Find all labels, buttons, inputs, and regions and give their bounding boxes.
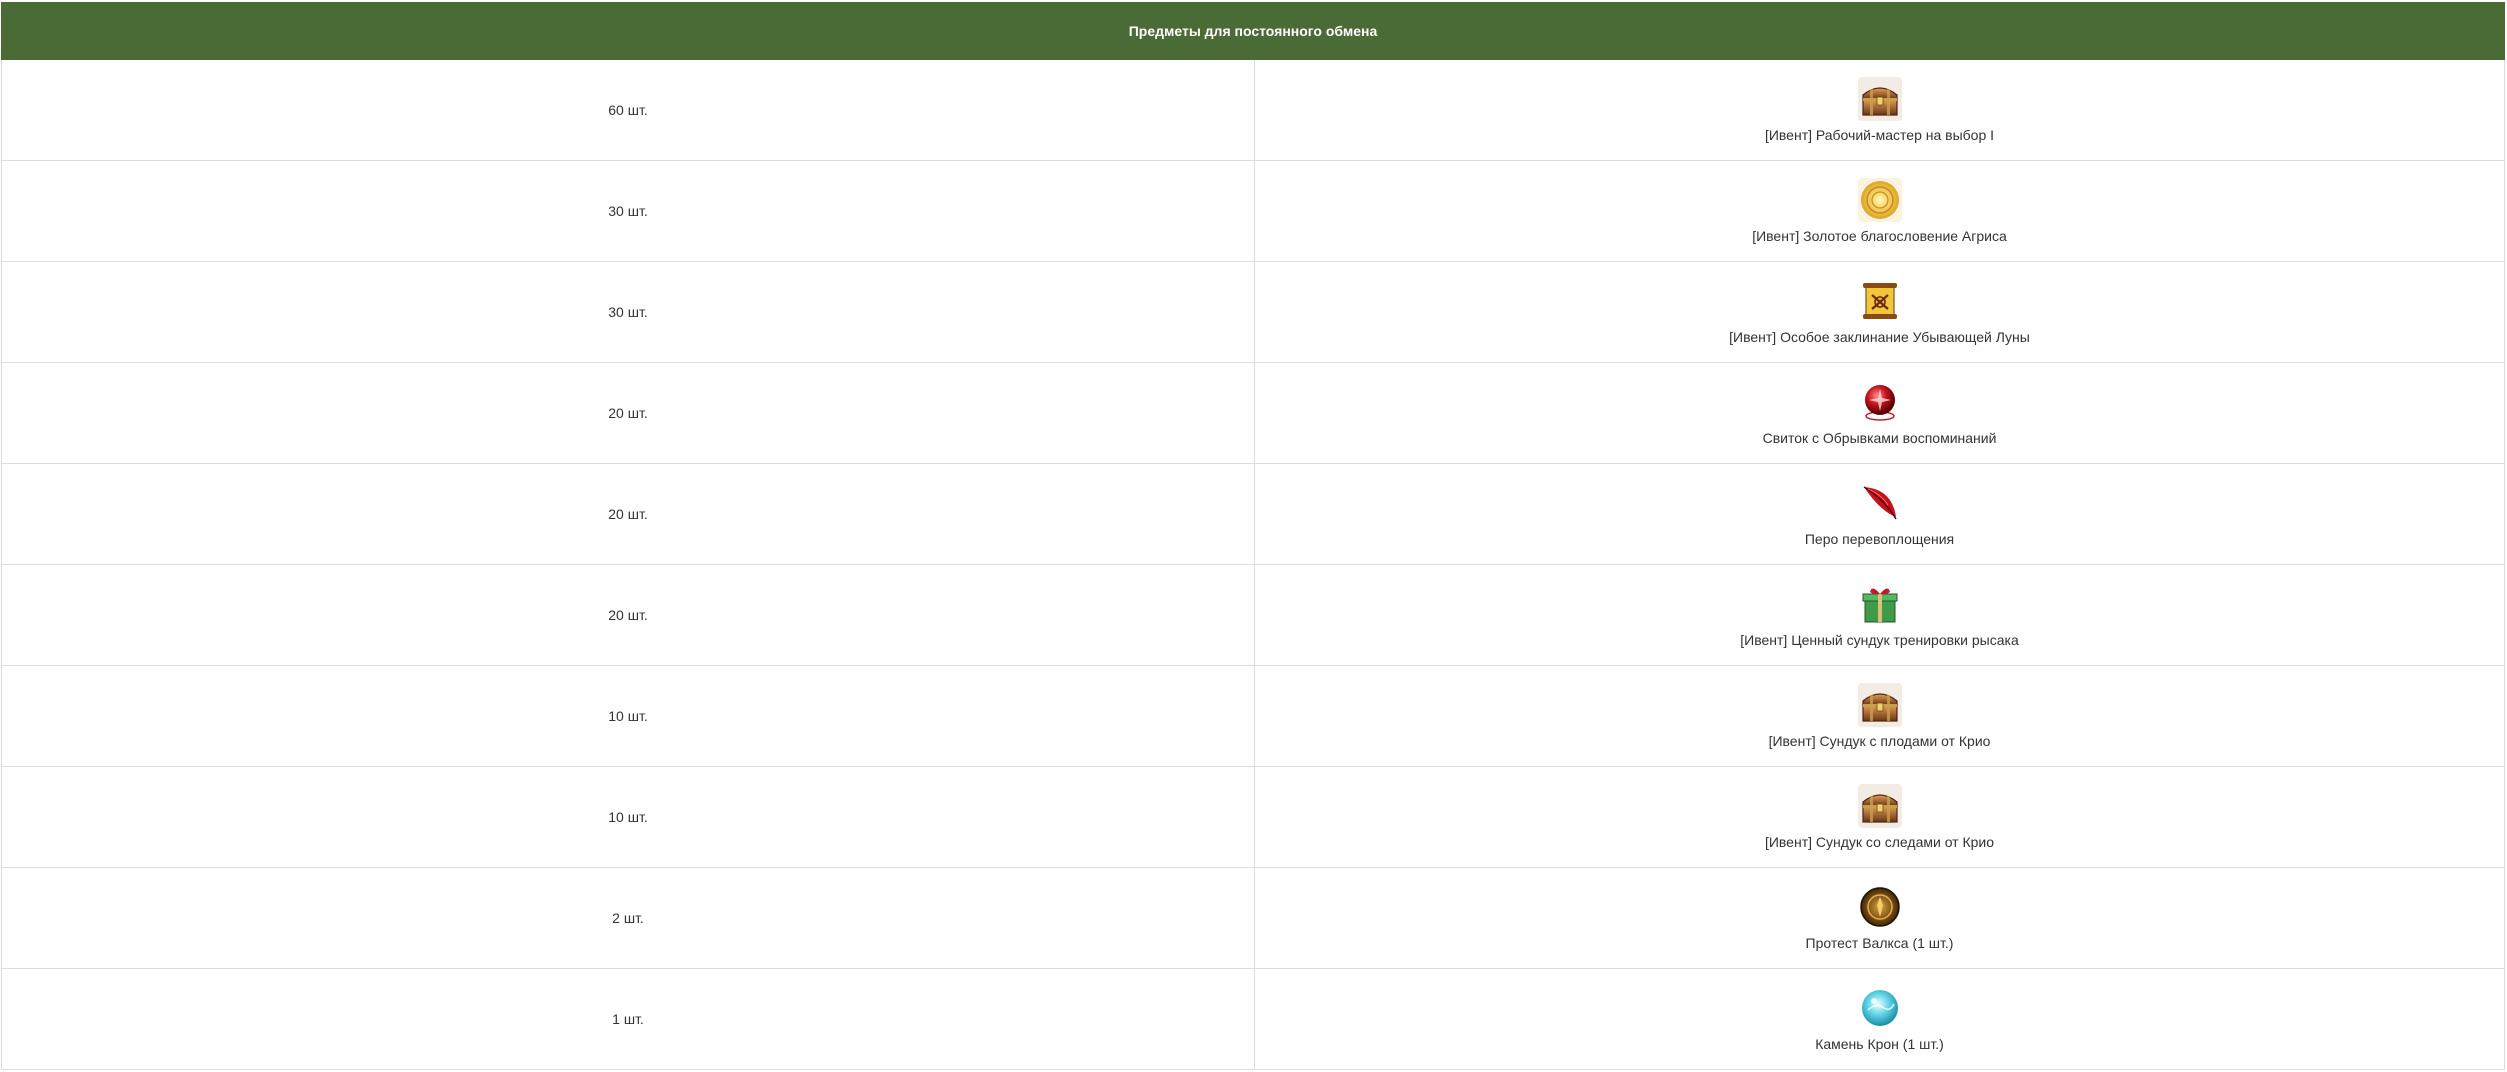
table-row: 60 шт. [Ивент] Рабочий-мастер на выбор I <box>1 59 2505 161</box>
item-name: [Ивент] Золотое благословение Агриса <box>1752 228 2007 244</box>
treasure-chest-icon <box>1857 77 1902 121</box>
item-name: Свиток с Обрывками воспоминаний <box>1762 430 1997 446</box>
item-name: Протест Валкса (1 шт.) <box>1805 935 1954 951</box>
quantity-cell: 1 шт. <box>1 968 1255 1070</box>
gift-box-icon <box>1857 582 1902 626</box>
table-row: 10 шт. [Ивент] Сундук с плодами от Крио <box>1 665 2505 767</box>
item-name: Перо перевоплощения <box>1804 531 1955 547</box>
golden-blessing-icon <box>1857 178 1902 222</box>
table-header: Предметы для постоянного обмена <box>1 2 2505 60</box>
feather-icon <box>1857 481 1902 525</box>
treasure-chest-icon <box>1857 784 1902 828</box>
table-row: 2 шт. Протест Валкса (1 шт.) <box>1 867 2505 969</box>
treasure-chest-icon <box>1857 683 1902 727</box>
table-row: 30 шт. [Ивент] Золотое благословение Агр… <box>1 160 2505 262</box>
quantity-cell: 2 шт. <box>1 867 1255 969</box>
item-cell: Камень Крон (1 шт.) <box>1254 968 2505 1070</box>
item-cell: [Ивент] Ценный сундук тренировки рысака <box>1254 564 2505 666</box>
quantity-cell: 20 шт. <box>1 463 1255 565</box>
item-cell: [Ивент] Золотое благословение Агриса <box>1254 160 2505 262</box>
quantity-cell: 10 шт. <box>1 665 1255 767</box>
quantity-cell: 20 шт. <box>1 564 1255 666</box>
table-row: 30 шт. [Ивент] Особое заклинание Убывающ… <box>1 261 2505 363</box>
table-row: 10 шт. [Ивент] Сундук со следами от Крио <box>1 766 2505 868</box>
item-cell: [Ивент] Особое заклинание Убывающей Луны <box>1254 261 2505 363</box>
item-cell: Перо перевоплощения <box>1254 463 2505 565</box>
table-row: 20 шт. Свиток с Обрывками воспоминаний <box>1 362 2505 464</box>
item-cell: [Ивент] Сундук с плодами от Крио <box>1254 665 2505 767</box>
quantity-cell: 30 шт. <box>1 160 1255 262</box>
table-row: 20 шт. Перо перевоплощения <box>1 463 2505 565</box>
quantity-cell: 30 шт. <box>1 261 1255 363</box>
table-row: 1 шт. Камень Крон (1 шт.) <box>1 968 2505 1070</box>
item-cell: Свиток с Обрывками воспоминаний <box>1254 362 2505 464</box>
table-row: 20 шт. [Ивент] Ценный сундук тренировки … <box>1 564 2505 666</box>
item-name: [Ивент] Особое заклинание Убывающей Луны <box>1729 329 2030 345</box>
quantity-cell: 20 шт. <box>1 362 1255 464</box>
item-cell: [Ивент] Сундук со следами от Крио <box>1254 766 2505 868</box>
item-cell: Протест Валкса (1 шт.) <box>1254 867 2505 969</box>
exchange-table: Предметы для постоянного обмена 60 шт. [… <box>1 2 2505 1070</box>
red-orb-icon <box>1857 380 1902 424</box>
item-name: [Ивент] Сундук со следами от Крио <box>1764 834 1995 850</box>
item-name: [Ивент] Ценный сундук тренировки рысака <box>1740 632 2019 648</box>
blue-stone-icon <box>1857 986 1902 1030</box>
quantity-cell: 60 шт. <box>1 59 1255 161</box>
item-name: Камень Крон (1 шт.) <box>1815 1036 1944 1052</box>
item-name: [Ивент] Рабочий-мастер на выбор I <box>1764 127 1995 143</box>
quantity-cell: 10 шт. <box>1 766 1255 868</box>
table-header-row: Предметы для постоянного обмена <box>1 2 2505 60</box>
scroll-icon <box>1857 279 1902 323</box>
item-name: [Ивент] Сундук с плодами от Крио <box>1768 733 1991 749</box>
medallion-icon <box>1857 885 1902 929</box>
item-cell: [Ивент] Рабочий-мастер на выбор I <box>1254 59 2505 161</box>
